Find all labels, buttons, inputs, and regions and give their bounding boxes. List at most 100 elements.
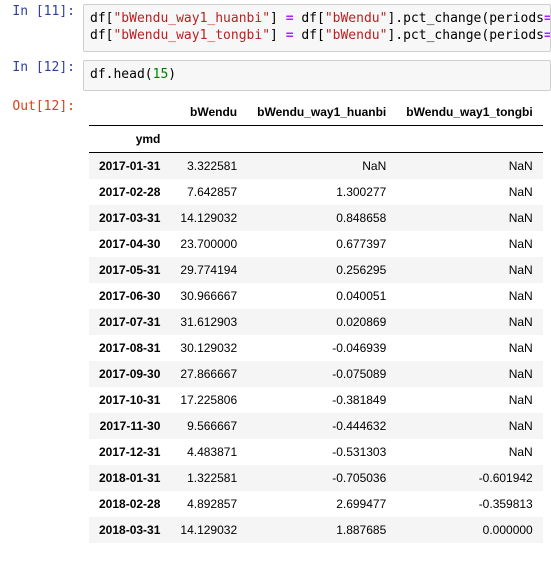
cell: 4.892857 <box>170 491 247 517</box>
cell: NaN <box>396 283 542 309</box>
cell: -0.381849 <box>247 387 396 413</box>
cell: -0.075089 <box>247 361 396 387</box>
code-token: "bWendu" <box>325 28 388 43</box>
cell: 9.566667 <box>170 413 247 439</box>
col-header: bWendu_way1_tongbi <box>396 99 542 126</box>
code-input-12[interactable]: df.head(15) <box>83 60 551 91</box>
cell: NaN <box>396 361 542 387</box>
cell: -0.046939 <box>247 335 396 361</box>
input-cell-12: In [12]: df.head(15) <box>0 56 551 95</box>
cell: NaN <box>396 335 542 361</box>
cell: NaN <box>396 309 542 335</box>
code-token: df[ <box>90 11 113 26</box>
cell: 0.040051 <box>247 283 396 309</box>
table-row: 2017-07-3131.6129030.020869NaN <box>89 309 543 335</box>
row-index: 2017-05-31 <box>89 257 170 283</box>
code-token: ) <box>168 67 176 82</box>
code-token: 15 <box>153 67 169 82</box>
table-row: 2018-01-311.322581-0.705036-0.601942 <box>89 465 543 491</box>
code-token: = <box>544 11 551 26</box>
cell: 4.483871 <box>170 439 247 465</box>
col-header: bWendu <box>170 99 247 126</box>
cell: -0.444632 <box>247 413 396 439</box>
table-row: 2017-02-287.6428571.300277NaN <box>89 179 543 205</box>
table-row: 2017-10-3117.225806-0.381849NaN <box>89 387 543 413</box>
table-row: 2017-12-314.483871-0.531303NaN <box>89 439 543 465</box>
cell: NaN <box>396 413 542 439</box>
out-prompt-12: Out[12]: <box>0 99 83 543</box>
cell: 3.322581 <box>170 152 247 179</box>
row-index: 2017-11-30 <box>89 413 170 439</box>
input-cell-11: In [11]: df["bWendu_way1_huanbi"] = df["… <box>0 0 551 56</box>
cell: NaN <box>396 179 542 205</box>
cell: -0.359813 <box>396 491 542 517</box>
in-prompt-11: In [11]: <box>0 4 83 52</box>
table-row: 2018-02-284.8928572.699477-0.359813 <box>89 491 543 517</box>
cell: NaN <box>396 439 542 465</box>
table-row: 2017-05-3129.7741940.256295NaN <box>89 257 543 283</box>
cell: -0.531303 <box>247 439 396 465</box>
cell: 0.848658 <box>247 205 396 231</box>
table-body: 2017-01-313.322581NaNNaN2017-02-287.6428… <box>89 152 543 543</box>
row-index: 2017-03-31 <box>89 205 170 231</box>
row-index: 2018-01-31 <box>89 465 170 491</box>
index-name: ymd <box>89 125 170 152</box>
table-row: 2017-11-309.566667-0.444632NaN <box>89 413 543 439</box>
corner-cell <box>89 99 170 126</box>
code-token: ] <box>270 28 286 43</box>
output-cell-12: Out[12]: bWendu bWendu_way1_huanbi bWend… <box>0 95 551 547</box>
col-header: bWendu_way1_huanbi <box>247 99 396 126</box>
row-index: 2017-07-31 <box>89 309 170 335</box>
cell: -0.601942 <box>396 465 542 491</box>
row-index: 2017-12-31 <box>89 439 170 465</box>
cell: 31.612903 <box>170 309 247 335</box>
cell: 30.966667 <box>170 283 247 309</box>
cell: 7.642857 <box>170 179 247 205</box>
cell: NaN <box>396 257 542 283</box>
cell: -0.705036 <box>247 465 396 491</box>
table-row: 2017-03-3114.1290320.848658NaN <box>89 205 543 231</box>
code-token: "bWendu_way1_huanbi" <box>113 11 270 26</box>
row-index: 2017-08-31 <box>89 335 170 361</box>
cell: 0.256295 <box>247 257 396 283</box>
cell: 2.699477 <box>247 491 396 517</box>
cell: 14.129032 <box>170 205 247 231</box>
cell: 1.887685 <box>247 517 396 543</box>
code-token: = <box>544 28 551 43</box>
cell: 14.129032 <box>170 517 247 543</box>
code-token: df[ <box>294 11 325 26</box>
row-index: 2018-02-28 <box>89 491 170 517</box>
cell: NaN <box>396 205 542 231</box>
cell: 0.020869 <box>247 309 396 335</box>
table-row: 2017-09-3027.866667-0.075089NaN <box>89 361 543 387</box>
table-row: 2017-04-3023.7000000.677397NaN <box>89 231 543 257</box>
code-token: = <box>286 11 294 26</box>
code-token: ].pct_change(periods <box>387 11 544 26</box>
output-area-12: bWendu bWendu_way1_huanbi bWendu_way1_to… <box>83 99 551 543</box>
code-token: df[ <box>294 28 325 43</box>
cell: NaN <box>396 231 542 257</box>
table-row: 2017-06-3030.9666670.040051NaN <box>89 283 543 309</box>
row-index: 2017-01-31 <box>89 152 170 179</box>
cell: 29.774194 <box>170 257 247 283</box>
code-token: df.head( <box>90 67 153 82</box>
table-row: 2018-03-3114.1290321.8876850.000000 <box>89 517 543 543</box>
cell: NaN <box>247 152 396 179</box>
cell: 23.700000 <box>170 231 247 257</box>
cell: 1.322581 <box>170 465 247 491</box>
code-input-11[interactable]: df["bWendu_way1_huanbi"] = df["bWendu"].… <box>83 4 551 52</box>
cell: 17.225806 <box>170 387 247 413</box>
cell: NaN <box>396 152 542 179</box>
table-row: 2017-08-3130.129032-0.046939NaN <box>89 335 543 361</box>
row-index: 2017-06-30 <box>89 283 170 309</box>
code-token: "bWendu_way1_tongbi" <box>113 28 270 43</box>
code-token: ].pct_change(periods <box>387 28 544 43</box>
cell: 0.677397 <box>247 231 396 257</box>
code-token: = <box>286 28 294 43</box>
code-token: ] <box>270 11 286 26</box>
row-index: 2017-02-28 <box>89 179 170 205</box>
table-row: 2017-01-313.322581NaNNaN <box>89 152 543 179</box>
cell: NaN <box>396 387 542 413</box>
row-index: 2017-04-30 <box>89 231 170 257</box>
in-prompt-12: In [12]: <box>0 60 83 91</box>
